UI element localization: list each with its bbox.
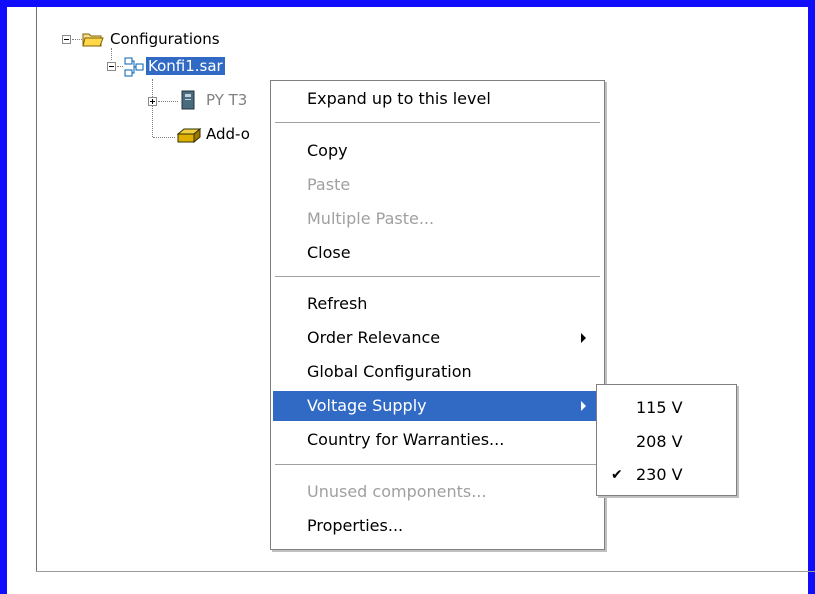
tree-connector: [72, 39, 82, 40]
tree-item-py[interactable]: PY T3: [206, 91, 247, 109]
checkmark-icon: ✔: [611, 467, 623, 483]
tree-item-konfi1[interactable]: Konfi1.sar: [146, 57, 225, 75]
menu-separator: [275, 122, 600, 124]
menu-item-label: Expand up to this level: [307, 89, 491, 108]
pc-tower-icon: [181, 90, 195, 110]
menu-item-copy[interactable]: Copy: [273, 136, 602, 166]
tree-connector: [152, 79, 153, 137]
menu-item-paste: Paste: [273, 170, 602, 200]
collapse-configurations-icon[interactable]: [62, 35, 71, 44]
tree-item-configurations[interactable]: Configurations: [110, 30, 220, 48]
menu-item-country-warranties[interactable]: Country for Warranties...: [273, 425, 602, 455]
menu-item-label: Global Configuration: [307, 362, 472, 381]
window-frame-top: [0, 0, 815, 7]
tree-panel-border-bottom: [36, 571, 815, 572]
menu-item-properties[interactable]: Properties...: [273, 511, 602, 541]
menu-item-label: Copy: [307, 141, 348, 160]
context-menu: Expand up to this level Copy Paste Multi…: [270, 80, 605, 550]
menu-item-label: Paste: [307, 175, 351, 194]
menu-separator: [275, 276, 600, 278]
voltage-option-label: 208 V: [636, 432, 683, 451]
addon-box-icon: [176, 127, 202, 144]
voltage-option-label: 115 V: [636, 398, 683, 417]
configuration-network-icon: [124, 57, 144, 77]
tree-item-addon[interactable]: Add-o: [206, 125, 250, 143]
folder-open-icon: [82, 33, 104, 47]
tree-panel-border-left: [36, 7, 37, 572]
submenu-arrow-icon: [581, 333, 586, 343]
menu-item-close[interactable]: Close: [273, 238, 602, 268]
menu-item-label: Country for Warranties...: [307, 430, 505, 449]
tree-connector: [111, 48, 112, 60]
menu-item-label: Order Relevance: [307, 328, 441, 347]
window-frame-left: [0, 0, 7, 594]
menu-item-order-relevance[interactable]: Order Relevance: [273, 323, 602, 353]
voltage-option-208[interactable]: 208 V: [599, 427, 734, 457]
menu-item-multiple-paste: Multiple Paste...: [273, 204, 602, 234]
menu-item-label: Refresh: [307, 294, 368, 313]
menu-item-unused-components: Unused components...: [273, 477, 602, 507]
menu-item-label: Unused components...: [307, 482, 487, 501]
menu-item-label: Voltage Supply: [307, 396, 427, 415]
expand-py-icon[interactable]: [148, 97, 157, 106]
menu-item-label: Multiple Paste...: [307, 209, 435, 228]
voltage-option-115[interactable]: 115 V: [599, 393, 734, 423]
menu-item-label: Close: [307, 243, 351, 262]
tree-connector: [153, 137, 175, 138]
window-frame-right: [808, 0, 815, 594]
menu-separator: [275, 464, 600, 466]
voltage-option-230[interactable]: ✔ 230 V: [599, 460, 734, 490]
voltage-submenu: 115 V 208 V ✔ 230 V: [596, 384, 737, 496]
menu-item-refresh[interactable]: Refresh: [273, 289, 602, 319]
menu-item-label: Properties...: [307, 516, 404, 535]
menu-item-voltage-supply[interactable]: Voltage Supply: [273, 391, 602, 421]
submenu-arrow-icon: [581, 401, 586, 411]
menu-item-expand[interactable]: Expand up to this level: [273, 84, 602, 114]
collapse-konfi1-icon[interactable]: [107, 62, 116, 71]
voltage-option-label: 230 V: [636, 465, 683, 484]
tree-connector: [158, 101, 178, 102]
menu-item-global-configuration[interactable]: Global Configuration: [273, 357, 602, 387]
